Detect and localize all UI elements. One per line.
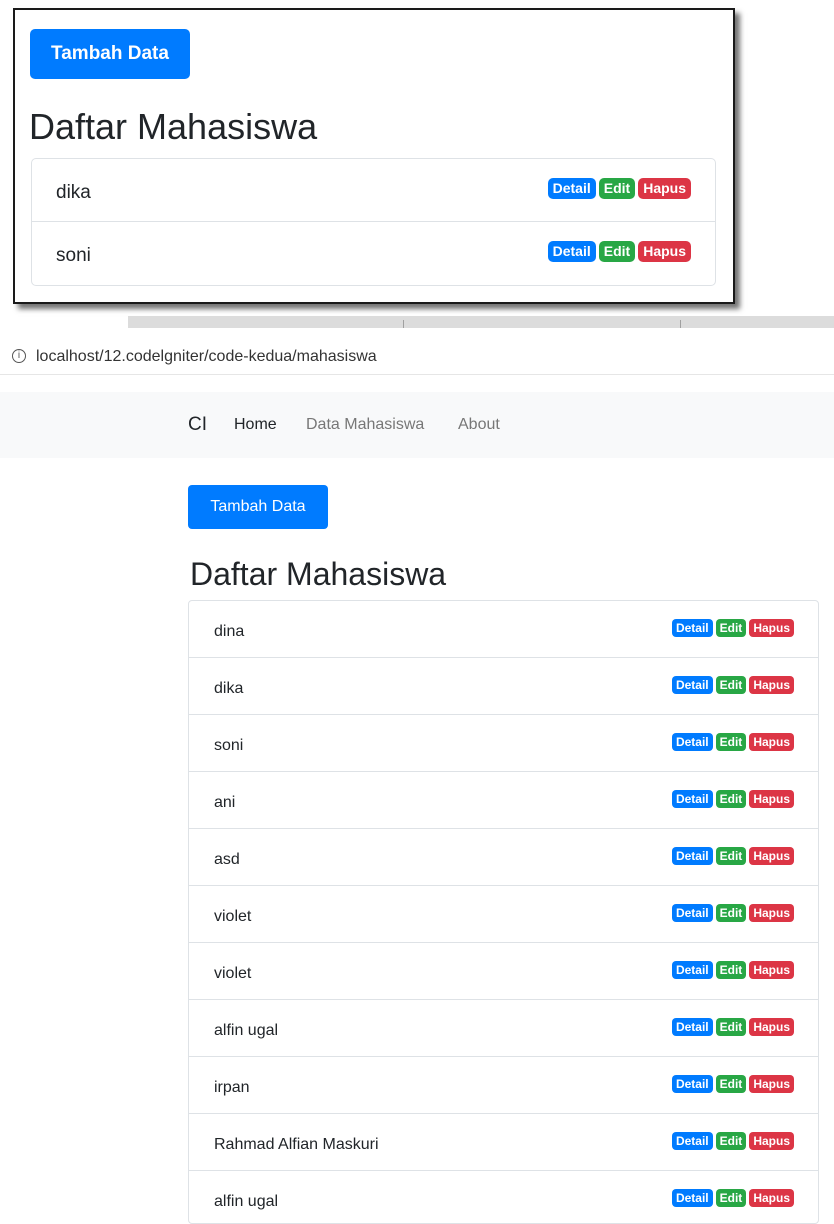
detail-badge[interactable]: Detail <box>671 1075 713 1093</box>
student-name: Rahmad Alfian Maskuri <box>214 1136 379 1153</box>
detail-badge[interactable]: Detail <box>671 847 713 865</box>
edit-badge[interactable]: Edit <box>715 1075 747 1093</box>
nav-item-about[interactable]: About <box>458 416 500 434</box>
hapus-badge[interactable]: Hapus <box>749 733 794 751</box>
detail-badge[interactable]: Detail <box>671 790 713 808</box>
detail-badge[interactable]: Detail <box>671 1018 713 1036</box>
student-name: alfin ugal <box>214 1193 279 1210</box>
student-list: dina Detail Edit Hapus dika Detail Edit Hapus so… <box>188 600 819 1224</box>
list-item: irpan Detail Edit Hapus <box>189 1057 818 1114</box>
list-item: alfin ugal Detail Edit Hapus <box>189 1171 818 1223</box>
action-badges: Detail Edit Hapus <box>671 847 794 865</box>
edit-badge[interactable]: Edit <box>715 1018 747 1036</box>
student-name: dika <box>214 680 244 697</box>
scrollbar-tick <box>680 320 681 328</box>
list-item: asd Detail Edit Hapus <box>189 829 818 886</box>
student-name: ani <box>214 794 236 811</box>
hapus-badge[interactable]: Hapus <box>749 790 794 808</box>
hapus-badge[interactable]: Hapus <box>749 847 794 865</box>
student-name: soni <box>214 737 244 754</box>
student-name: irpan <box>214 1079 250 1096</box>
action-badges: Detail Edit Hapus <box>671 961 794 979</box>
hapus-badge[interactable]: Hapus <box>749 961 794 979</box>
navbar: CI Home Data Mahasiswa About <box>0 392 834 458</box>
student-name: alfin ugal <box>214 1022 279 1039</box>
hapus-badge[interactable]: Hapus <box>749 1075 794 1093</box>
detail-badge[interactable]: Detail <box>671 904 713 922</box>
nav-item-data-mahasiswa[interactable]: Data Mahasiswa <box>306 416 424 434</box>
action-badges: Detail Edit Hapus <box>671 676 794 694</box>
list-item: soni Detail Edit Hapus <box>32 222 715 285</box>
student-name: violet <box>214 908 252 925</box>
detail-badge[interactable]: Detail <box>671 676 713 694</box>
student-name: dika <box>56 182 91 203</box>
address-bar[interactable]: i localhost/12.codelgniter/code-kedua/ma… <box>0 340 834 375</box>
page-title: Daftar Mahasiswa <box>29 106 318 147</box>
tambah-data-button[interactable]: Tambah Data <box>188 485 328 529</box>
edit-badge[interactable]: Edit <box>715 1189 747 1207</box>
action-badges: Detail Edit Hapus <box>671 619 794 637</box>
list-item: alfin ugal Detail Edit Hapus <box>189 1000 818 1057</box>
edit-badge[interactable]: Edit <box>715 790 747 808</box>
detail-badge[interactable]: Detail <box>671 1189 713 1207</box>
hapus-badge[interactable]: Hapus <box>749 619 794 637</box>
hapus-badge[interactable]: Hapus <box>749 1132 794 1150</box>
scrollbar-tick <box>403 320 404 328</box>
detail-badge[interactable]: Detail <box>671 619 713 637</box>
horizontal-scrollbar[interactable] <box>128 316 834 328</box>
edit-badge[interactable]: Edit <box>598 241 636 262</box>
cropped-preview-panel: Tambah Data Daftar Mahasiswa dika Detail… <box>13 8 735 304</box>
url-text[interactable]: localhost/12.codelgniter/code-kedua/maha… <box>36 348 377 366</box>
edit-badge[interactable]: Edit <box>598 178 636 199</box>
detail-badge[interactable]: Detail <box>671 961 713 979</box>
detail-badge[interactable]: Detail <box>671 733 713 751</box>
info-icon[interactable]: i <box>12 349 26 363</box>
edit-badge[interactable]: Edit <box>715 847 747 865</box>
edit-badge[interactable]: Edit <box>715 904 747 922</box>
student-name: asd <box>214 851 240 868</box>
list-item: dika Detail Edit Hapus <box>32 159 715 222</box>
navbar-brand[interactable]: CI <box>188 414 207 436</box>
student-name: dina <box>214 623 245 640</box>
action-badges: Detail Edit Hapus <box>671 1189 794 1207</box>
list-item: dika Detail Edit Hapus <box>189 658 818 715</box>
action-badges: Detail Edit Hapus <box>671 904 794 922</box>
hapus-badge[interactable]: Hapus <box>749 676 794 694</box>
action-badges: Detail Edit Hapus <box>547 241 691 262</box>
edit-badge[interactable]: Edit <box>715 961 747 979</box>
edit-badge[interactable]: Edit <box>715 1132 747 1150</box>
hapus-badge[interactable]: Hapus <box>638 241 691 262</box>
action-badges: Detail Edit Hapus <box>671 1075 794 1093</box>
action-badges: Detail Edit Hapus <box>671 790 794 808</box>
list-item: soni Detail Edit Hapus <box>189 715 818 772</box>
nav-item-home[interactable]: Home <box>234 416 277 434</box>
tambah-data-button[interactable]: Tambah Data <box>30 29 190 79</box>
edit-badge[interactable]: Edit <box>715 619 747 637</box>
page-title: Daftar Mahasiswa <box>190 556 447 592</box>
student-name: soni <box>56 245 91 266</box>
detail-badge[interactable]: Detail <box>547 178 596 199</box>
edit-badge[interactable]: Edit <box>715 676 747 694</box>
list-item: Rahmad Alfian Maskuri Detail Edit Hapus <box>189 1114 818 1171</box>
hapus-badge[interactable]: Hapus <box>638 178 691 199</box>
student-name: violet <box>214 965 252 982</box>
student-list: dika Detail Edit Hapus soni Detail Edit … <box>31 158 716 286</box>
list-item: ani Detail Edit Hapus <box>189 772 818 829</box>
action-badges: Detail Edit Hapus <box>671 1018 794 1036</box>
list-item: violet Detail Edit Hapus <box>189 943 818 1000</box>
list-item: violet Detail Edit Hapus <box>189 886 818 943</box>
action-badges: Detail Edit Hapus <box>547 178 691 199</box>
hapus-badge[interactable]: Hapus <box>749 904 794 922</box>
hapus-badge[interactable]: Hapus <box>749 1018 794 1036</box>
detail-badge[interactable]: Detail <box>547 241 596 262</box>
action-badges: Detail Edit Hapus <box>671 733 794 751</box>
list-item: dina Detail Edit Hapus <box>189 601 818 658</box>
hapus-badge[interactable]: Hapus <box>749 1189 794 1207</box>
edit-badge[interactable]: Edit <box>715 733 747 751</box>
action-badges: Detail Edit Hapus <box>671 1132 794 1150</box>
detail-badge[interactable]: Detail <box>671 1132 713 1150</box>
